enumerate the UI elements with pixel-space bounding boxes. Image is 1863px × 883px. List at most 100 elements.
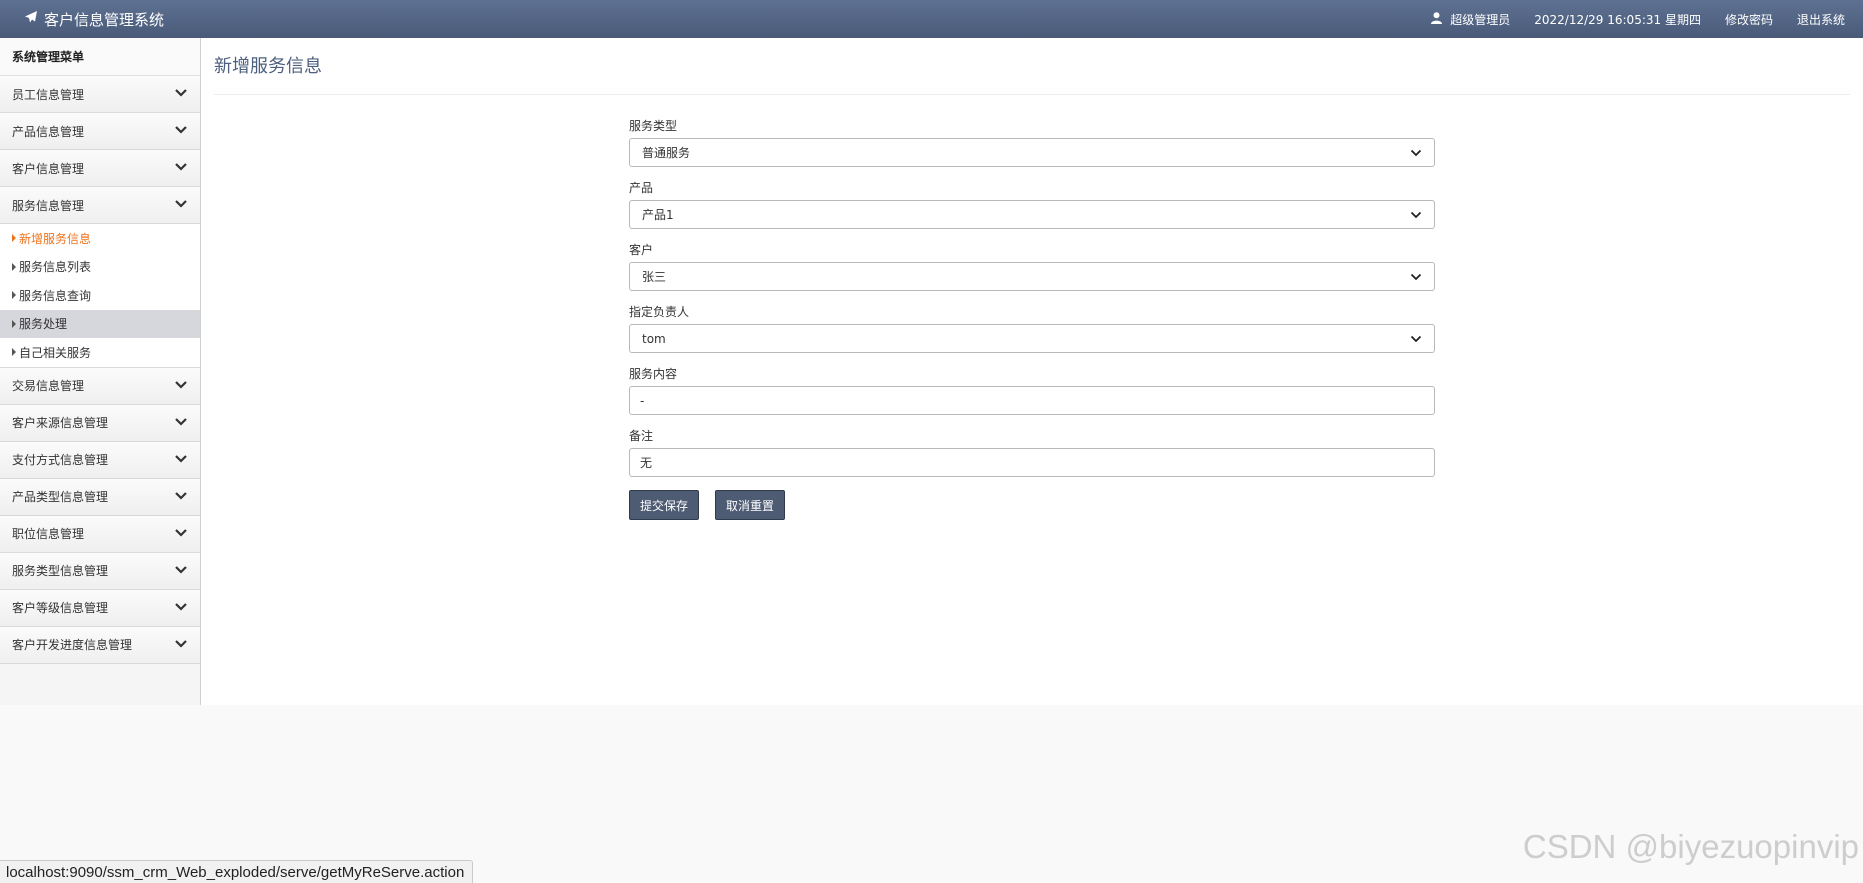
field-owner: 指定负责人 tom [629,304,1435,366]
menu-label: 产品信息管理 [12,124,85,139]
page-title: 新增服务信息 [214,56,322,77]
chevron-down-icon [174,161,188,175]
chevron-down-icon [1410,146,1422,160]
menu-label: 服务类型信息管理 [12,564,109,578]
service-type-select[interactable]: 普通服务 [629,138,1435,167]
chevron-down-icon [1410,270,1422,284]
add-service-form: 服务类型 普通服务 产品 产品1 客户 张三 指定负责人 tom 服务内容 - … [629,118,1435,520]
submenu-add-service[interactable]: 新增服务信息 [0,224,200,253]
divider [214,94,1850,95]
submenu-label: 新增服务信息 [19,231,92,246]
owner-value: tom [642,331,666,346]
submit-button[interactable]: 提交保存 [629,490,700,520]
chevron-down-icon [174,453,188,467]
menu-customer-source[interactable]: 客户来源信息管理 [0,404,200,442]
menu-label: 客户等级信息管理 [12,601,109,615]
menu-service[interactable]: 服务信息管理 [0,187,200,224]
menu-label: 职位信息管理 [12,527,85,541]
service-submenu: 新增服务信息 服务信息列表 服务信息查询 服务处理 自己相关服务 [0,224,200,368]
chevron-down-icon [174,87,188,101]
form-actions: 提交保存 取消重置 [629,490,1435,520]
submenu-label: 自己相关服务 [19,345,92,360]
sidebar: 系统管理菜单 员工信息管理 产品信息管理 客户信息管理 服务信息管理 新增服务信… [0,38,201,705]
field-service-type: 服务类型 普通服务 [629,118,1435,180]
remark-input[interactable]: 无 [629,448,1435,477]
menu-customer[interactable]: 客户信息管理 [0,150,200,187]
submenu-my-services[interactable]: 自己相关服务 [0,338,200,367]
field-product: 产品 产品1 [629,180,1435,242]
menu-label: 员工信息管理 [12,87,85,102]
menu-dev-progress[interactable]: 客户开发进度信息管理 [0,626,200,664]
paper-plane-icon [24,10,44,28]
user-name: 超级管理员 [1450,12,1511,27]
menu-label: 客户来源信息管理 [12,416,109,430]
chevron-down-icon [174,638,188,652]
menu-payment-method[interactable]: 支付方式信息管理 [0,441,200,479]
content-input[interactable]: - [629,386,1435,415]
menu-transaction[interactable]: 交易信息管理 [0,367,200,405]
chevron-down-icon [174,601,188,615]
submenu-service-handle[interactable]: 服务处理 [0,309,200,338]
menu-label: 支付方式信息管理 [12,453,109,467]
caret-right-icon [12,291,16,300]
chevron-down-icon [174,416,188,430]
field-customer: 客户 张三 [629,242,1435,304]
content-value: - [640,393,645,408]
field-content: 服务内容 - [629,366,1435,428]
service-type-value: 普通服务 [642,146,691,160]
main-panel: 新增服务信息 服务类型 普通服务 产品 产品1 客户 张三 指定负责人 tom … [201,38,1863,705]
menu-label: 服务信息管理 [12,198,85,213]
customer-select[interactable]: 张三 [629,262,1435,291]
status-bar-url: localhost:9090/ssm_crm_Web_exploded/serv… [0,860,474,883]
product-select[interactable]: 产品1 [629,200,1435,229]
submenu-service-query[interactable]: 服务信息查询 [0,281,200,310]
chevron-down-icon [1410,208,1422,222]
menu-customer-level[interactable]: 客户等级信息管理 [0,589,200,627]
owner-select[interactable]: tom [629,324,1435,353]
brand: 客户信息管理系统 [24,0,164,38]
submenu-label: 服务信息查询 [19,288,92,303]
menu-label: 客户信息管理 [12,161,85,176]
service-type-label: 服务类型 [629,119,678,133]
content-label: 服务内容 [629,367,678,381]
submenu-service-list[interactable]: 服务信息列表 [0,253,200,282]
chevron-down-icon [174,564,188,578]
chevron-down-icon [1410,332,1422,346]
product-value: 产品1 [642,208,674,222]
product-label: 产品 [629,181,654,195]
menu-product[interactable]: 产品信息管理 [0,113,200,150]
menu-service-type[interactable]: 服务类型信息管理 [0,552,200,590]
menu-label: 产品类型信息管理 [12,490,109,504]
menu-employee[interactable]: 员工信息管理 [0,76,200,113]
caret-right-icon [12,262,16,271]
change-password-link[interactable]: 修改密码 [1725,11,1773,28]
caret-right-icon [12,319,16,328]
menu-position[interactable]: 职位信息管理 [0,515,200,553]
current-user: 超级管理员 [1431,11,1510,28]
watermark: CSDN @biyezuopinvip [1522,828,1859,865]
menu-label: 客户开发进度信息管理 [12,638,133,652]
remark-value: 无 [640,456,653,470]
caret-right-icon [12,348,16,357]
menu-product-type[interactable]: 产品类型信息管理 [0,478,200,516]
chevron-down-icon [174,379,188,393]
logout-link[interactable]: 退出系统 [1797,11,1845,28]
reset-button[interactable]: 取消重置 [715,490,786,520]
remark-label: 备注 [629,429,654,443]
customer-value: 张三 [642,270,667,284]
chevron-down-icon [174,490,188,504]
customer-label: 客户 [629,243,654,257]
top-header: 客户信息管理系统 超级管理员 2022/12/29 16:05:31 星期四 修… [0,0,1863,38]
caret-right-icon [12,234,16,243]
datetime: 2022/12/29 16:05:31 星期四 [1534,12,1701,27]
user-icon [1431,11,1450,27]
chevron-down-icon [174,527,188,541]
submenu-label: 服务处理 [19,317,68,332]
menu-label: 交易信息管理 [12,379,85,393]
chevron-down-icon [174,198,188,212]
sidebar-title: 系统管理菜单 [0,38,200,76]
chevron-down-icon [174,124,188,138]
app-title: 客户信息管理系统 [44,10,165,29]
field-remark: 备注 无 [629,428,1435,490]
owner-label: 指定负责人 [629,305,690,319]
